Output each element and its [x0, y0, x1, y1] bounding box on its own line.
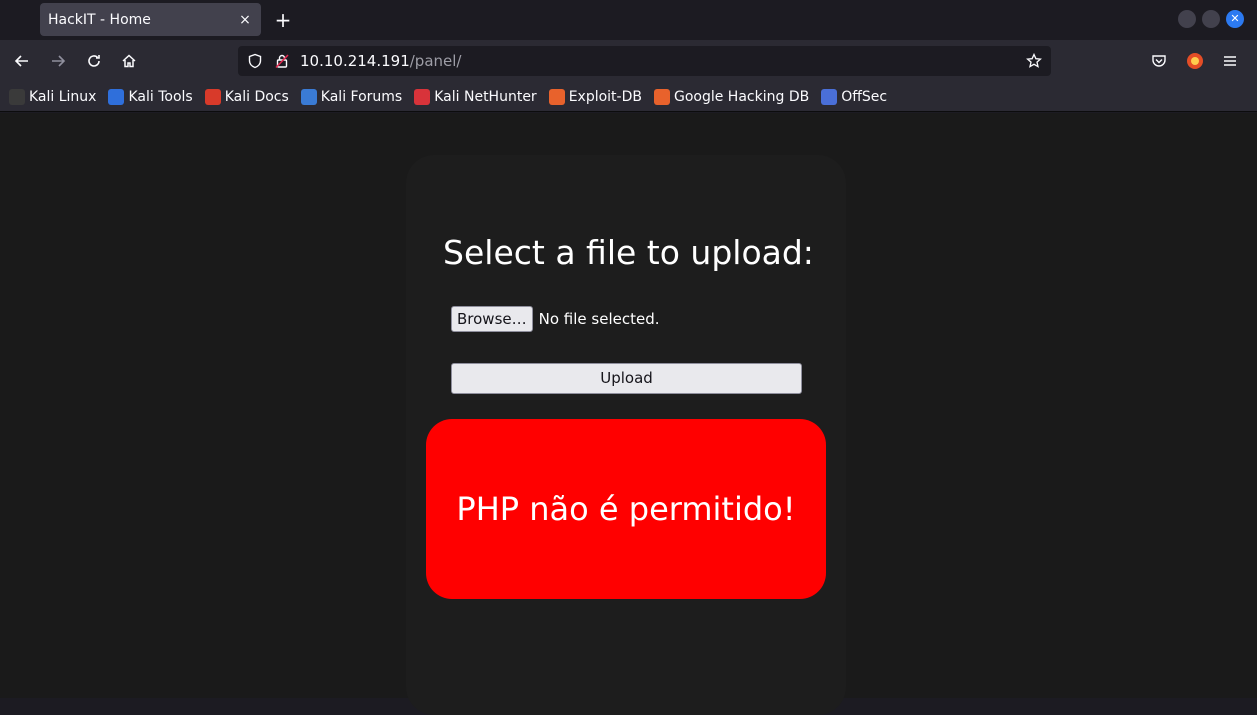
upload-button[interactable]: Upload: [451, 363, 802, 394]
navigation-bar: 10.10.214.191/panel/: [0, 40, 1257, 82]
offsec-icon: [821, 88, 838, 105]
bookmark-item[interactable]: Kali Linux: [9, 88, 97, 105]
bookmark-label: Kali Tools: [128, 88, 193, 105]
kali-docs-icon: [204, 88, 221, 105]
page-title: Select a file to upload:: [443, 233, 814, 272]
bookmark-label: Kali NetHunter: [434, 88, 537, 105]
file-input[interactable]: Browse… No file selected.: [451, 306, 660, 332]
tab-strip: HackIT - Home × + ✕: [0, 0, 1257, 40]
bookmark-label: OffSec: [841, 88, 888, 105]
bookmark-star-icon[interactable]: [1026, 53, 1042, 69]
menu-button[interactable]: [1218, 49, 1242, 73]
back-arrow-icon: [14, 55, 28, 67]
pocket-icon: [1152, 55, 1166, 67]
hamburger-menu-icon: [1224, 56, 1236, 66]
bookmark-item[interactable]: Kali Tools: [108, 88, 193, 105]
file-status: No file selected.: [538, 310, 660, 328]
bookmark-item[interactable]: OffSec: [821, 88, 888, 105]
maximize-button[interactable]: [1202, 10, 1220, 28]
page-content: Select a file to upload: Browse… No file…: [0, 113, 1257, 715]
insecure-lock-icon[interactable]: [274, 53, 290, 69]
error-message: PHP não é permitido!: [456, 490, 796, 528]
new-tab-button[interactable]: +: [272, 9, 294, 31]
bookmark-item[interactable]: Kali NetHunter: [414, 88, 537, 105]
bookmark-item[interactable]: Kali Docs: [204, 88, 289, 105]
browse-button[interactable]: Browse…: [451, 306, 533, 332]
reload-icon: [88, 55, 100, 67]
extension-icon: [1187, 53, 1203, 69]
extension-button[interactable]: [1183, 49, 1207, 73]
minimize-button[interactable]: [1178, 10, 1196, 28]
forward-arrow-icon: [52, 55, 66, 67]
bookmarks-toolbar: Kali Linux Kali Tools Kali Docs Kali Forums…: [0, 82, 1257, 112]
pocket-button[interactable]: [1147, 49, 1171, 73]
kali-tools-icon: [108, 88, 125, 105]
error-alert: PHP não é permitido!: [426, 419, 826, 599]
bookmark-label: Kali Forums: [320, 88, 403, 105]
tab-title: HackIT - Home: [48, 11, 151, 28]
kali-forums-icon: [300, 88, 317, 105]
home-button[interactable]: [117, 49, 141, 73]
bookmark-label: Kali Docs: [224, 88, 289, 105]
bookmark-item[interactable]: Exploit-DB: [548, 88, 642, 105]
back-button[interactable]: [10, 49, 34, 73]
bookmark-item[interactable]: Google Hacking DB: [653, 88, 810, 105]
home-icon: [122, 54, 136, 68]
kali-dragon-icon: [9, 88, 25, 105]
kali-nethunter-icon: [414, 88, 431, 105]
bookmark-item[interactable]: Kali Forums: [300, 88, 403, 105]
url-text[interactable]: 10.10.214.191/panel/: [300, 52, 461, 70]
reload-button[interactable]: [82, 49, 106, 73]
forward-button[interactable]: [46, 49, 70, 73]
bookmark-label: Google Hacking DB: [673, 88, 810, 105]
ghdb-icon: [653, 88, 670, 105]
tab-close-icon[interactable]: ×: [237, 12, 253, 28]
url-host: 10.10.214.191: [300, 52, 410, 70]
bookmark-label: Kali Linux: [29, 88, 97, 105]
exploit-db-icon: [548, 88, 565, 105]
bookmark-label: Exploit-DB: [568, 88, 642, 105]
url-bar[interactable]: 10.10.214.191/panel/: [238, 46, 1051, 76]
shield-icon[interactable]: [247, 53, 263, 69]
tab-active[interactable]: HackIT - Home ×: [40, 3, 261, 36]
url-path: /panel/: [409, 52, 462, 70]
window-close-button[interactable]: ✕: [1226, 10, 1244, 28]
